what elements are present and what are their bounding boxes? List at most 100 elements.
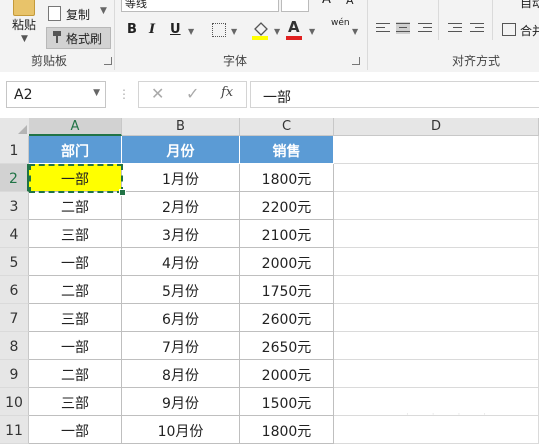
chevron-down-icon[interactable]: ▼ xyxy=(188,27,194,36)
align-center-icon[interactable] xyxy=(396,22,410,34)
grow-font-button[interactable]: A xyxy=(322,0,331,7)
column-header-c[interactable]: C xyxy=(240,118,334,136)
table-cell[interactable]: 1800元 xyxy=(240,416,334,444)
formula-value: 一部 xyxy=(263,90,291,106)
table-cell[interactable]: 二部 xyxy=(29,192,122,220)
table-cell[interactable]: 2月份 xyxy=(122,192,240,220)
cancel-icon[interactable]: ✕ xyxy=(151,84,164,103)
select-all-corner[interactable] xyxy=(0,118,30,137)
chevron-down-icon[interactable]: ▼ xyxy=(274,27,280,36)
fill-handle[interactable] xyxy=(119,189,126,196)
row-header-3[interactable]: 3 xyxy=(0,192,29,220)
row-header-4[interactable]: 4 xyxy=(0,220,29,248)
row-header-1[interactable]: 1 xyxy=(0,136,29,164)
formula-input[interactable]: 一部 xyxy=(250,81,539,108)
column-header-a[interactable]: A xyxy=(29,118,122,136)
table-cell[interactable]: 2650元 xyxy=(240,332,334,360)
table-cell[interactable]: 6月份 xyxy=(122,304,240,332)
group-divider xyxy=(367,0,368,70)
table-cell[interactable]: 一部 xyxy=(29,248,122,276)
chevron-down-icon[interactable]: ▼ xyxy=(309,27,315,36)
table-cell[interactable]: 2100元 xyxy=(240,220,334,248)
insert-function-icon[interactable]: fx xyxy=(221,85,233,100)
table-cell[interactable]: 1月份 xyxy=(122,164,240,192)
font-size-select[interactable] xyxy=(281,0,309,12)
italic-button[interactable]: I xyxy=(149,22,155,37)
wrap-text-button[interactable]: 自动 xyxy=(502,0,539,11)
format-painter-label: 格式刷 xyxy=(66,32,103,46)
empty-cell[interactable] xyxy=(334,192,539,220)
increase-indent-icon[interactable] xyxy=(470,22,484,34)
bold-button[interactable]: B xyxy=(127,22,137,37)
table-cell[interactable]: 1500元 xyxy=(240,388,334,416)
table-cell[interactable]: 三部 xyxy=(29,220,122,248)
row-header-2[interactable]: 2 xyxy=(0,164,29,192)
empty-cell[interactable] xyxy=(334,304,539,332)
align-right-icon[interactable] xyxy=(418,22,432,34)
format-painter-button[interactable]: 格式刷 xyxy=(46,27,111,49)
empty-cell[interactable] xyxy=(334,332,539,360)
border-icon[interactable] xyxy=(212,23,226,37)
table-cell[interactable]: 二部 xyxy=(29,360,122,388)
table-cell[interactable]: 9月份 xyxy=(122,388,240,416)
table-cell[interactable]: 2600元 xyxy=(240,304,334,332)
empty-cell[interactable] xyxy=(334,164,539,192)
decrease-indent-icon[interactable] xyxy=(448,22,462,34)
align-left-icon[interactable] xyxy=(376,22,390,34)
table-header-cell[interactable]: 部门 xyxy=(29,136,122,164)
formula-bar: A2 ▼ ⋮ ✕ ✓ fx 一部 xyxy=(0,72,539,118)
row-header-5[interactable]: 5 xyxy=(0,248,29,276)
row-header-8[interactable]: 8 xyxy=(0,332,29,360)
table-cell[interactable]: 2000元 xyxy=(240,248,334,276)
name-box[interactable]: A2 ▼ xyxy=(6,81,106,108)
table-cell[interactable]: 2200元 xyxy=(240,192,334,220)
empty-cell[interactable] xyxy=(334,276,539,304)
table-cell[interactable]: 一部 xyxy=(29,416,122,444)
row-header-9[interactable]: 9 xyxy=(0,360,29,388)
row-header-11[interactable]: 11 xyxy=(0,416,29,444)
column-header-b[interactable]: B xyxy=(122,118,240,136)
font-launcher-icon[interactable] xyxy=(352,57,360,65)
shrink-font-button[interactable]: A xyxy=(346,0,354,7)
table-header-cell[interactable]: 月份 xyxy=(122,136,240,164)
chevron-down-icon[interactable]: ▼ xyxy=(352,27,358,36)
row-header-6[interactable]: 6 xyxy=(0,276,29,304)
empty-cell[interactable] xyxy=(334,220,539,248)
drag-handle-icon[interactable]: ⋮ xyxy=(118,87,130,101)
font-color-button[interactable]: A xyxy=(288,18,300,36)
merge-center-button[interactable]: 合并 xyxy=(502,22,539,39)
chevron-down-icon[interactable]: ▼ xyxy=(93,88,100,98)
table-cell[interactable]: 10月份 xyxy=(122,416,240,444)
table-cell[interactable]: 5月份 xyxy=(122,276,240,304)
empty-cell[interactable] xyxy=(334,416,539,444)
font-name-select[interactable]: 等线 xyxy=(121,0,279,12)
table-cell[interactable]: 1750元 xyxy=(240,276,334,304)
row-header-7[interactable]: 7 xyxy=(0,304,29,332)
table-cell[interactable]: 8月份 xyxy=(122,360,240,388)
table-cell[interactable]: 7月份 xyxy=(122,332,240,360)
empty-cell[interactable] xyxy=(334,360,539,388)
copy-icon xyxy=(48,6,61,21)
empty-cell[interactable] xyxy=(334,248,539,276)
table-header-cell[interactable]: 销售 xyxy=(240,136,334,164)
table-cell[interactable]: 3月份 xyxy=(122,220,240,248)
table-cell[interactable]: 4月份 xyxy=(122,248,240,276)
table-cell[interactable]: 1800元 xyxy=(240,164,334,192)
column-header-d[interactable]: D xyxy=(334,118,539,136)
checkmark-icon[interactable]: ✓ xyxy=(186,84,199,103)
paste-button[interactable]: 粘贴 ▼ xyxy=(6,0,42,52)
row-header-10[interactable]: 10 xyxy=(0,388,29,416)
font-group-label: 字体 xyxy=(223,54,248,68)
table-cell[interactable]: 二部 xyxy=(29,276,122,304)
empty-cell[interactable] xyxy=(334,136,539,164)
phonetic-guide-icon[interactable]: wén xyxy=(331,18,350,28)
table-cell[interactable]: 三部 xyxy=(29,304,122,332)
chevron-down-icon[interactable]: ▼ xyxy=(231,27,237,36)
underline-button[interactable]: U xyxy=(170,22,181,37)
table-cell[interactable]: 2000元 xyxy=(240,360,334,388)
table-cell[interactable]: 三部 xyxy=(29,388,122,416)
table-cell[interactable]: 一部 xyxy=(29,332,122,360)
name-box-value: A2 xyxy=(14,87,33,103)
clipboard-launcher-icon[interactable] xyxy=(104,57,112,65)
select-all-icon xyxy=(18,125,27,134)
